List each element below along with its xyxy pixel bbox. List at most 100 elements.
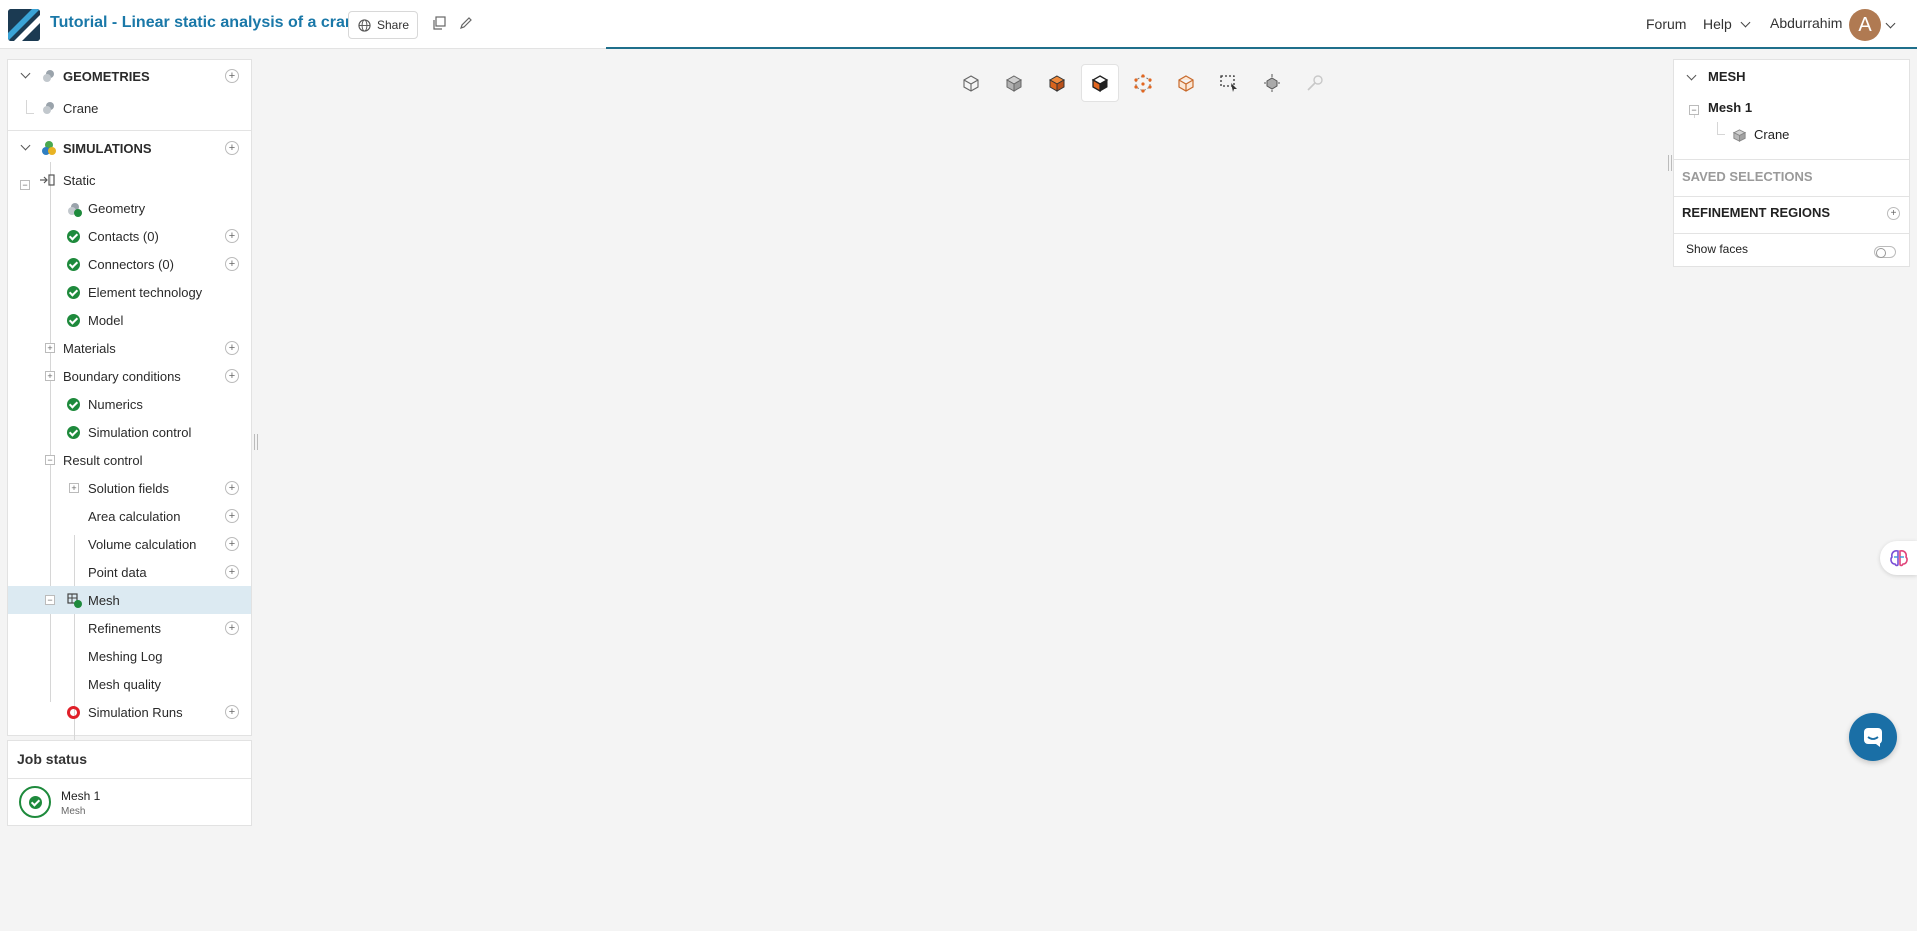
add-geometry-button[interactable]: + xyxy=(225,69,239,83)
share-label: Share xyxy=(377,18,410,32)
expand-icon[interactable]: + xyxy=(69,483,79,493)
section-simulations[interactable]: SIMULATIONS + xyxy=(8,134,251,162)
divider xyxy=(1674,196,1909,197)
user-name[interactable]: Abdurrahim xyxy=(1770,15,1842,31)
explode-view-button[interactable] xyxy=(1253,64,1291,102)
probe-tool-button[interactable] xyxy=(1296,64,1334,102)
divider xyxy=(8,130,251,131)
panel-resize-handle[interactable] xyxy=(254,434,258,450)
tree-item-mesh[interactable]: − Mesh xyxy=(8,586,251,614)
geometries-icon xyxy=(43,70,54,82)
outline-cube-icon xyxy=(1178,75,1194,92)
pencil-icon[interactable] xyxy=(459,16,475,32)
add-connector-button[interactable]: + xyxy=(225,257,239,271)
wireframe-view-button[interactable] xyxy=(952,64,990,102)
tree-item-static[interactable]: − Static xyxy=(8,166,251,194)
check-circle-icon xyxy=(67,230,80,243)
mesh-item-mesh-1[interactable]: − Mesh 1 xyxy=(1674,100,1909,120)
tree-item-boundary-conditions[interactable]: + Boundary conditions + xyxy=(8,362,251,390)
avatar[interactable]: A xyxy=(1849,9,1881,41)
chevron-down-icon[interactable] xyxy=(20,140,31,151)
expand-icon[interactable]: + xyxy=(45,371,55,381)
collapse-icon[interactable]: − xyxy=(45,455,55,465)
tree-item-simulation-runs[interactable]: Simulation Runs + xyxy=(8,698,251,726)
add-material-button[interactable]: + xyxy=(225,341,239,355)
tree-item-solution-fields[interactable]: + Solution fields + xyxy=(8,474,251,502)
add-boundary-condition-button[interactable]: + xyxy=(225,369,239,383)
tree-item-model[interactable]: Model xyxy=(8,306,251,334)
refinement-regions-header[interactable]: REFINEMENT REGIONS + xyxy=(1674,205,1909,225)
project-title[interactable]: Tutorial - Linear static analysis of a c… xyxy=(50,14,364,32)
solid-grey-view-button[interactable] xyxy=(995,64,1033,102)
job-name[interactable]: Mesh 1 xyxy=(61,789,100,803)
add-point-data-button[interactable]: + xyxy=(225,565,239,579)
mesh-section-header[interactable]: MESH xyxy=(1674,69,1909,89)
tree-item-geometry[interactable]: Geometry xyxy=(8,194,251,222)
tree-item-materials[interactable]: + Materials + xyxy=(8,334,251,362)
tree-item-label: Boundary conditions xyxy=(63,368,181,384)
tree-item-refinements[interactable]: Refinements + xyxy=(8,614,251,642)
forum-link[interactable]: Forum xyxy=(1646,16,1686,32)
collapse-icon[interactable]: − xyxy=(1689,105,1699,115)
box-select-button[interactable] xyxy=(1210,64,1248,102)
tree-item-label: Meshing Log xyxy=(88,648,163,664)
ai-assistant-button[interactable] xyxy=(1880,541,1917,575)
add-contact-button[interactable]: + xyxy=(225,229,239,243)
collapse-icon[interactable]: − xyxy=(45,595,55,605)
copy-icon[interactable] xyxy=(432,16,448,32)
add-refinement-button[interactable]: + xyxy=(225,621,239,635)
tree-item-label: Connectors (0) xyxy=(88,256,174,272)
tree-item-connectors[interactable]: Connectors (0) + xyxy=(8,250,251,278)
show-faces-label: Show faces xyxy=(1686,242,1749,256)
job-status-panel: Job status Mesh 1 Mesh xyxy=(7,740,252,826)
divider xyxy=(8,778,251,779)
tree-item-label: Solution fields xyxy=(88,480,169,496)
brain-icon xyxy=(1890,550,1908,567)
panel-resize-handle[interactable] xyxy=(1668,155,1672,171)
tree-item-meshing-log[interactable]: Meshing Log xyxy=(8,642,251,670)
tree-item-numerics[interactable]: Numerics xyxy=(8,390,251,418)
tree-item-element-technology[interactable]: Element technology xyxy=(8,278,251,306)
mesh-panel: MESH − Mesh 1 Crane SAVED SELECTIONS REF… xyxy=(1673,59,1910,267)
tree-item-contacts[interactable]: Contacts (0) + xyxy=(8,222,251,250)
outline-view-button[interactable] xyxy=(1167,64,1205,102)
tree-item-area-calculation[interactable]: Area calculation + xyxy=(8,502,251,530)
collapse-icon[interactable]: − xyxy=(20,180,30,190)
tree-item-simulation-control[interactable]: Simulation control xyxy=(8,418,251,446)
viewer-toolbar xyxy=(952,64,1334,102)
wireframe-cube-icon xyxy=(963,75,979,92)
support-chat-button[interactable] xyxy=(1849,713,1897,761)
chevron-down-icon[interactable] xyxy=(20,68,31,79)
solid-color-view-button[interactable] xyxy=(1038,64,1076,102)
share-button[interactable]: Share xyxy=(348,11,418,39)
chevron-down-icon[interactable] xyxy=(1686,70,1697,81)
loading-progress-line xyxy=(606,47,1917,49)
add-area-calculation-button[interactable]: + xyxy=(225,509,239,523)
simscale-logo[interactable] xyxy=(8,9,40,41)
section-geometries[interactable]: GEOMETRIES + xyxy=(8,62,251,90)
add-solution-field-button[interactable]: + xyxy=(225,481,239,495)
points-view-button[interactable] xyxy=(1124,64,1162,102)
help-menu[interactable]: Help xyxy=(1703,16,1751,32)
job-type: Mesh xyxy=(61,806,86,817)
solid-edges-view-button[interactable] xyxy=(1081,64,1119,102)
add-simulation-button[interactable]: + xyxy=(225,141,239,155)
tree-item-result-control[interactable]: − Result control xyxy=(8,446,251,474)
add-simulation-run-button[interactable]: + xyxy=(225,705,239,719)
tree-item-volume-calculation[interactable]: Volume calculation + xyxy=(8,530,251,558)
saved-selections-header[interactable]: SAVED SELECTIONS xyxy=(1674,169,1909,189)
mesh-item-crane[interactable]: Crane xyxy=(1674,127,1909,147)
user-menu-chevron[interactable] xyxy=(1885,14,1896,30)
tree-item-label: Result control xyxy=(63,452,143,468)
show-faces-toggle[interactable] xyxy=(1874,246,1896,258)
simulation-tree-panel: GEOMETRIES + Crane SIMULATIONS + − Stati… xyxy=(7,59,252,758)
tree-item-crane[interactable]: Crane xyxy=(8,94,251,122)
tree-item-mesh-quality[interactable]: Mesh quality xyxy=(8,670,251,698)
add-refinement-region-button[interactable]: + xyxy=(1887,207,1900,220)
job-success-icon xyxy=(19,786,51,818)
cube-points-icon xyxy=(1134,74,1152,93)
tree-item-point-data[interactable]: Point data + xyxy=(8,558,251,586)
add-volume-calculation-button[interactable]: + xyxy=(225,537,239,551)
expand-icon[interactable]: + xyxy=(45,343,55,353)
check-circle-icon xyxy=(67,258,80,271)
